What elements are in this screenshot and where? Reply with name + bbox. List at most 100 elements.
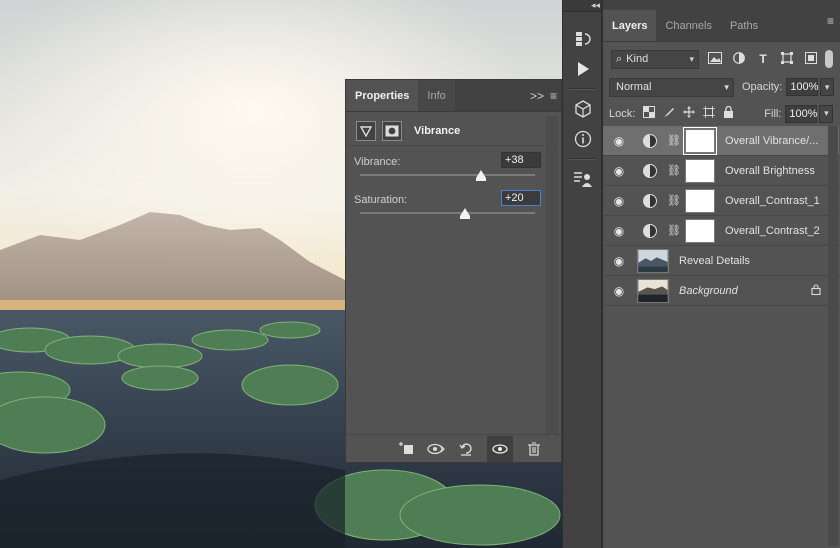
chevron-down-icon: ▾	[689, 53, 694, 64]
adjustment-thumbnail-icon	[643, 223, 657, 238]
layers-scrollbar[interactable]	[828, 126, 838, 546]
adjustment-thumbnail-icon	[643, 133, 657, 148]
filter-kind-value: Kind	[626, 53, 649, 65]
layer-mask-icon[interactable]	[382, 120, 402, 141]
blend-mode-select[interactable]: Normal ▾	[609, 77, 734, 97]
info-icon[interactable]	[563, 124, 603, 154]
filter-smart-object-icon[interactable]	[803, 51, 819, 67]
opacity-label: Opacity:	[741, 81, 783, 93]
layer-name: Overall Vibrance/...	[724, 134, 819, 147]
adjustment-thumbnail-icon	[643, 163, 657, 178]
layer-row[interactable]: ◉ Background	[603, 276, 839, 306]
tab-paths[interactable]: Paths	[721, 10, 767, 41]
saturation-slider[interactable]	[360, 208, 535, 219]
filter-type-icon[interactable]: T	[755, 52, 771, 67]
eye-icon[interactable]: ◉	[603, 164, 635, 178]
saturation-label: Saturation:	[354, 194, 408, 206]
blend-mode-value: Normal	[616, 81, 652, 93]
fill-input[interactable]: 100%	[785, 104, 818, 123]
link-icon[interactable]: ⛓	[667, 194, 681, 207]
filter-toggle[interactable]	[825, 50, 833, 68]
fill-chevron-icon[interactable]: ▾	[819, 104, 834, 123]
layers-panel: Layers Channels Paths ≡ ⌕ Kind ▾ T Norma…	[602, 0, 840, 548]
layer-mask-thumbnail[interactable]	[684, 158, 715, 183]
dock-collapse-bar[interactable]: ◂◂	[563, 0, 601, 12]
layer-row[interactable]: ◉ ⛓ Overall Vibrance/...	[603, 126, 839, 156]
tab-properties[interactable]: Properties	[346, 80, 419, 111]
reset-icon[interactable]	[457, 440, 475, 458]
layer-thumbnail	[637, 248, 669, 273]
filter-shape-icon[interactable]	[779, 51, 795, 67]
vibrance-adjustment-icon[interactable]	[356, 120, 376, 141]
collapse-arrows-icon[interactable]: ◂◂	[591, 0, 600, 11]
eye-icon[interactable]: ◉	[603, 254, 635, 268]
layer-row[interactable]: ◉ ⛓ Overall_Contrast_2	[603, 216, 839, 246]
properties-panel: Properties Info >> ≡ Vibrance Vibrance: …	[345, 79, 562, 463]
layer-row[interactable]: ◉ ⛓ Overall Brightness	[603, 156, 839, 186]
link-icon[interactable]: ⛓	[667, 134, 681, 147]
filter-adjustment-icon[interactable]	[731, 51, 747, 67]
tab-info[interactable]: Info	[418, 80, 455, 111]
lock-row: Lock: Fill: 100% ▾	[603, 100, 840, 128]
filter-kind-select[interactable]: ⌕ Kind ▾	[611, 49, 699, 69]
adjustment-thumbnail-icon	[643, 193, 657, 208]
vibrance-slider-thumb[interactable]	[475, 170, 486, 181]
search-icon: ⌕	[616, 52, 623, 65]
chevron-down-icon: ▾	[724, 81, 729, 92]
vibrance-control: Vibrance: +38	[346, 150, 561, 188]
vibrance-input[interactable]: +38	[501, 152, 541, 168]
fill-label: Fill:	[764, 107, 782, 120]
layer-mask-thumbnail[interactable]	[684, 188, 715, 213]
tab-layers[interactable]: Layers	[603, 10, 657, 41]
properties-scrollbar[interactable]	[546, 116, 558, 434]
saturation-input[interactable]: +20	[501, 190, 541, 206]
opacity-chevron-icon[interactable]: ▾	[820, 78, 834, 96]
filter-row: ⌕ Kind ▾ T	[603, 44, 840, 74]
link-icon[interactable]: ⛓	[667, 224, 681, 237]
vibrance-label: Vibrance:	[354, 156, 401, 168]
dock-separator	[569, 88, 595, 90]
lock-pixels-icon[interactable]	[663, 106, 675, 121]
actions-play-icon[interactable]	[563, 54, 603, 84]
lock-artboard-icon[interactable]	[703, 106, 716, 121]
layer-name: Overall_Contrast_1	[724, 194, 820, 207]
eye-icon[interactable]: ◉	[603, 194, 635, 208]
3d-icon[interactable]	[563, 94, 603, 124]
layer-name: Overall Brightness	[724, 164, 815, 177]
layer-mask-thumbnail[interactable]	[682, 126, 717, 155]
saturation-control: Saturation: +20	[346, 188, 561, 226]
panel-expand-icon[interactable]: >>	[530, 89, 544, 103]
dock-separator	[569, 158, 595, 160]
toggle-visibility-icon[interactable]	[487, 435, 513, 462]
layer-row[interactable]: ◉ ⛓ Overall_Contrast_1	[603, 186, 839, 216]
saturation-slider-thumb[interactable]	[460, 208, 470, 219]
panel-menu-icon[interactable]: ≡	[550, 89, 557, 103]
link-icon[interactable]: ⛓	[667, 164, 681, 177]
layer-row[interactable]: ◉ Reveal Details	[603, 246, 839, 276]
properties-tab-bar: Properties Info >> ≡	[346, 80, 561, 112]
lock-transparent-icon[interactable]	[643, 106, 656, 121]
properties-title: Vibrance	[414, 124, 461, 137]
delete-icon[interactable]	[525, 440, 543, 458]
layer-mask-thumbnail[interactable]	[684, 218, 715, 243]
layers-menu-icon[interactable]: ≡	[827, 14, 834, 28]
vibrance-slider[interactable]	[360, 170, 535, 181]
eye-icon[interactable]: ◉	[603, 224, 635, 238]
properties-header: Vibrance	[346, 116, 561, 146]
history-icon[interactable]	[563, 24, 603, 54]
eye-icon[interactable]: ◉	[603, 284, 635, 298]
layer-list: ◉ ⛓ Overall Vibrance/... ◉ ⛓ Overall Bri…	[603, 126, 839, 306]
tab-channels[interactable]: Channels	[656, 10, 720, 41]
properties-panel-icon[interactable]	[563, 164, 603, 194]
clip-to-layer-icon[interactable]	[397, 440, 415, 458]
layers-tab-bar: Layers Channels Paths ≡	[603, 0, 840, 42]
layer-name: Background	[679, 284, 738, 297]
view-previous-state-icon[interactable]	[427, 440, 445, 458]
lock-all-icon[interactable]	[723, 105, 734, 121]
eye-icon[interactable]: ◉	[603, 134, 635, 148]
filter-pixel-icon[interactable]	[707, 51, 723, 67]
lock-label: Lock:	[609, 107, 636, 120]
opacity-input[interactable]: 100%	[786, 78, 818, 96]
lock-position-icon[interactable]	[683, 106, 696, 121]
layer-thumbnail	[637, 278, 669, 303]
